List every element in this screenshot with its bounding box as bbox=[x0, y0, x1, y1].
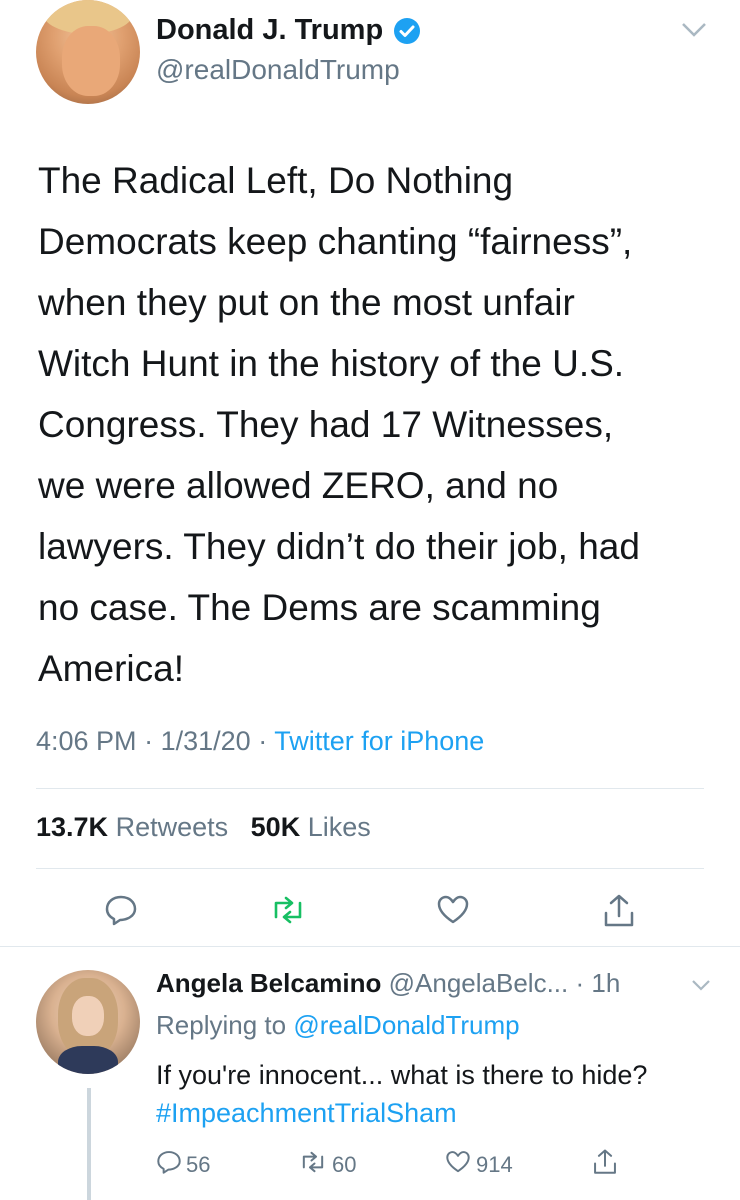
reply-like-button[interactable]: 914 bbox=[444, 1150, 513, 1180]
reply-header: Angela Belcamino @AngelaBelc... · 1h bbox=[156, 968, 620, 999]
like-icon[interactable] bbox=[436, 893, 470, 927]
meta-separator: · bbox=[144, 726, 154, 756]
like-icon bbox=[444, 1149, 472, 1181]
reply-author-avatar[interactable] bbox=[36, 970, 140, 1074]
retweets-count: 13.7K bbox=[36, 812, 109, 842]
likes-label: Likes bbox=[307, 812, 371, 842]
retweets-label: Retweets bbox=[115, 812, 229, 842]
thread-line bbox=[87, 1088, 91, 1200]
replying-prefix: Replying to bbox=[156, 1010, 287, 1040]
retweets-stat[interactable]: 13.7K Retweets bbox=[36, 812, 228, 842]
reply-share-button[interactable] bbox=[592, 1148, 618, 1182]
retweet-icon[interactable] bbox=[270, 893, 304, 927]
author-avatar[interactable] bbox=[36, 0, 140, 104]
tweet-date: 1/31/20 bbox=[160, 726, 251, 756]
reply-reply-button[interactable]: 56 bbox=[156, 1150, 210, 1180]
replying-to-line: Replying to @realDonaldTrump bbox=[156, 1010, 520, 1041]
likes-stat[interactable]: 50K Likes bbox=[251, 812, 371, 842]
reply-icon[interactable] bbox=[104, 893, 138, 927]
author-handle[interactable]: @realDonaldTrump bbox=[156, 54, 400, 86]
avatar-shirt bbox=[58, 1046, 118, 1074]
chevron-down-icon[interactable] bbox=[690, 977, 712, 998]
reply-hashtag[interactable]: #ImpeachmentTrialSham bbox=[156, 1098, 457, 1128]
reply-time: 1h bbox=[591, 968, 621, 998]
reply-text-body: If you're innocent... what is there to h… bbox=[156, 1060, 648, 1090]
divider bbox=[36, 788, 704, 789]
verified-badge-icon bbox=[394, 18, 420, 44]
tweet-text: The Radical Left, Do Nothing Democrats k… bbox=[38, 160, 640, 689]
share-icon[interactable] bbox=[602, 893, 636, 927]
meta-separator: · bbox=[258, 726, 268, 756]
share-icon bbox=[592, 1148, 618, 1182]
tweet-meta: 4:06 PM · 1/31/20 · Twitter for iPhone bbox=[36, 726, 484, 757]
divider bbox=[0, 946, 740, 947]
tweet-time: 4:06 PM bbox=[36, 726, 137, 756]
reply-author-name[interactable]: Angela Belcamino bbox=[156, 968, 381, 998]
chevron-down-icon[interactable] bbox=[680, 20, 708, 45]
reply-icon bbox=[156, 1149, 182, 1181]
retweet-count: 60 bbox=[332, 1152, 357, 1177]
reply-separator: · bbox=[575, 968, 585, 998]
like-count: 914 bbox=[476, 1152, 513, 1177]
replying-to-mention[interactable]: @realDonaldTrump bbox=[293, 1010, 519, 1040]
tweet-stats: 13.7K Retweets 50K Likes bbox=[36, 812, 371, 843]
divider bbox=[36, 868, 704, 869]
likes-count: 50K bbox=[250, 812, 301, 842]
reply-author-handle[interactable]: @AngelaBelc... bbox=[389, 968, 569, 998]
avatar-face bbox=[62, 26, 120, 96]
reply-count: 56 bbox=[186, 1152, 211, 1177]
reply-retweet-button[interactable]: 60 bbox=[298, 1150, 356, 1180]
tweet-source-link[interactable]: Twitter for iPhone bbox=[274, 726, 484, 756]
author-name[interactable]: Donald J. Trump bbox=[156, 14, 383, 47]
reply-text: If you're innocent... what is there to h… bbox=[156, 1056, 716, 1132]
avatar-face bbox=[72, 996, 104, 1036]
retweet-icon bbox=[298, 1149, 328, 1181]
